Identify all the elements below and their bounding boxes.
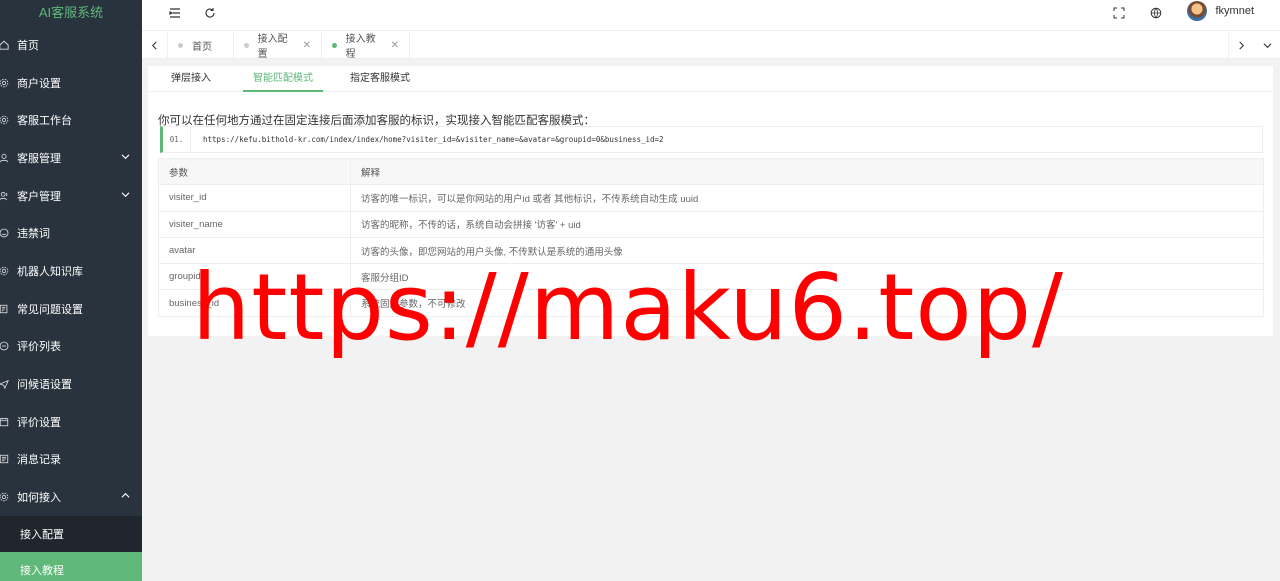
subtab-assign-agent[interactable]: 指定客服模式 [350,66,410,92]
faq-icon [0,302,11,316]
tab-dot [332,42,337,48]
sidebar-item-9[interactable]: 问候语设置 [0,365,142,403]
sidebar-menu: 首页商户设置客服工作台客服管理客户管理违禁词机器人知识库 常见问题设置 评价列表问候… [0,26,142,516]
sidebar-item-label: 商户设置 [17,77,61,90]
close-icon[interactable]: ✕ [303,40,311,51]
gear-icon [0,76,11,90]
table-row: visiter_id 访客的唯一标识，可以是你网站的用户id 或者 其他标识，不传… [158,184,1264,212]
param-name-cell: visiter_name [158,210,351,238]
tab-access-tutorial[interactable]: 接入教程 ✕ [322,31,410,60]
chevron-down-icon [121,152,130,164]
tab-dot [178,42,183,48]
sidebar-item-0[interactable]: 首页 [0,26,142,64]
smile-icon [0,226,11,240]
mode-tabs: 弹层接入 智能匹配模式 指定客服模式 [148,66,1273,92]
sidebar-item-label: 机器人知识库 [17,265,83,278]
tab-label: 首页 [192,41,212,53]
plug-icon [0,490,11,504]
calendar-icon [0,415,11,429]
close-icon[interactable]: ✕ [391,40,399,51]
column-header: 解释 [350,157,1264,186]
top-header: fkymnet [142,0,1280,31]
workbench-icon [0,113,11,127]
param-desc-cell: 访客的昵称，不传的话，系统自动会拼接 '访客' + uid [350,210,1264,238]
sidebar-item-10[interactable]: 评价设置 [0,403,142,441]
tab-access-config[interactable]: 接入配置 ✕ [234,31,322,60]
sidebar-item-label: 客户管理 [17,190,61,203]
tab-home[interactable]: 首页 [168,31,234,59]
code-url: https://kefu.bithold-kr.com/index/index/… [203,135,664,144]
sidebar-item-label: 客服工作台 [17,115,72,128]
tab-label: 接入配置 [257,34,288,60]
submenu-item-access-tutorial[interactable]: 接入教程 [0,551,142,581]
home-icon [0,38,11,52]
sidebar-item-label: 违禁词 [17,228,50,241]
robot-icon [0,264,11,278]
sidebar-item-1[interactable]: 商户设置 [0,64,142,102]
param-name-cell: visiter_id [158,184,351,212]
sidebar-item-label: 首页 [17,39,39,52]
submenu-item-access-config[interactable]: 接入配置 [0,516,142,552]
tabs-prev-button[interactable] [142,31,168,59]
sidebar-item-4[interactable]: 客户管理 [0,177,142,215]
sidebar-item-5[interactable]: 违禁词 [0,214,142,252]
sidebar-item-7[interactable]: 常见问题设置 [0,290,142,328]
sidebar-item-label: 评价列表 [17,341,61,354]
sidebar-item-label: 如何接入 [17,492,61,505]
send-icon [0,377,11,391]
code-block: 01. https://kefu.bithold-kr.com/index/in… [160,126,1263,153]
sidebar-item-12[interactable]: 如何接入 [0,478,142,516]
sidebar-item-2[interactable]: 客服工作台 [0,101,142,139]
page-tabs-bar: 首页 接入配置 ✕ 接入教程 ✕ [142,31,1280,60]
column-header: 参数 [158,157,351,186]
tabs-dropdown-button[interactable] [1254,31,1280,59]
menu-toggle-icon[interactable] [166,4,184,22]
table-row: visiter_name 访客的昵称，不传的话，系统自动会拼接 '访客' + ui… [158,210,1264,238]
chevron-up-icon [121,491,130,503]
subtab-popup[interactable]: 弹层接入 [171,66,211,92]
sidebar-item-6[interactable]: 机器人知识库 [0,252,142,290]
sidebar-item-label: 问候语设置 [17,379,72,392]
sidebar-item-label: 常见问题设置 [17,303,83,316]
user-icon [0,151,11,165]
sidebar-item-8[interactable]: 评价列表 [0,328,142,366]
submenu: 接入配置 接入教程 [0,515,142,581]
users-icon [0,189,11,203]
sidebar-item-11[interactable]: 消息记录 [0,441,142,479]
table-header-row: 参数 解释 [158,157,1264,186]
sidebar-item-label: 评价设置 [17,416,61,429]
sidebar-item-label: 消息记录 [17,454,61,467]
app-logo-title: AI客服系统 [0,0,142,26]
chevron-down-icon [121,190,130,202]
comment-icon [0,339,11,353]
fullscreen-icon[interactable] [1110,4,1128,22]
code-line-number: 01. [163,127,191,152]
record-icon [0,452,11,466]
subtab-smart-match[interactable]: 智能匹配模式 [243,66,323,92]
sidebar-item-3[interactable]: 客服管理 [0,139,142,177]
tab-label: 接入教程 [345,34,376,60]
tab-dot [244,42,249,48]
sidebar: AI客服系统 首页商户设置客服工作台客服管理客户管理违禁词机器人知识库 常见问题设… [0,0,142,581]
username: fkymnet [1215,5,1254,17]
globe-icon[interactable] [1147,4,1165,22]
user-menu[interactable]: fkymnet [1187,1,1254,21]
avatar [1187,1,1208,21]
tabs-next-button[interactable] [1228,31,1254,59]
refresh-icon[interactable] [201,4,219,22]
watermark-text: https://maku6.top/ [192,254,1065,361]
sidebar-item-label: 客服管理 [17,152,61,165]
param-desc-cell: 访客的唯一标识，可以是你网站的用户id 或者 其他标识，不传系统自动生成 uui… [350,184,1264,212]
